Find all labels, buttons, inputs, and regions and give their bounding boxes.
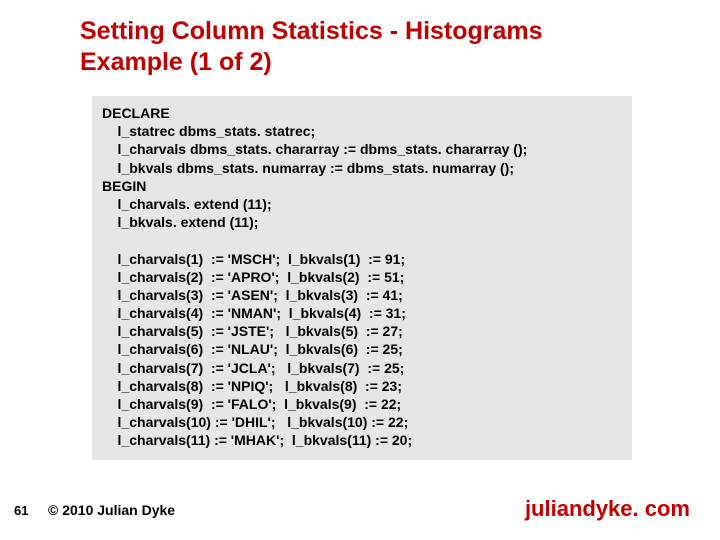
title-line-2: Example (1 of 2) [80,48,272,76]
code-block: DECLARE l_statrec dbms_stats. statrec; l… [92,96,632,460]
site-link: juliandyke. com [525,496,690,522]
copyright: © 2010 Julian Dyke [48,502,175,518]
slide-title: Setting Column Statistics - Histograms E… [80,16,640,79]
slide: Setting Column Statistics - Histograms E… [0,0,720,540]
page-number: 61 [14,503,28,518]
title-line-1: Setting Column Statistics - Histograms [80,17,543,45]
